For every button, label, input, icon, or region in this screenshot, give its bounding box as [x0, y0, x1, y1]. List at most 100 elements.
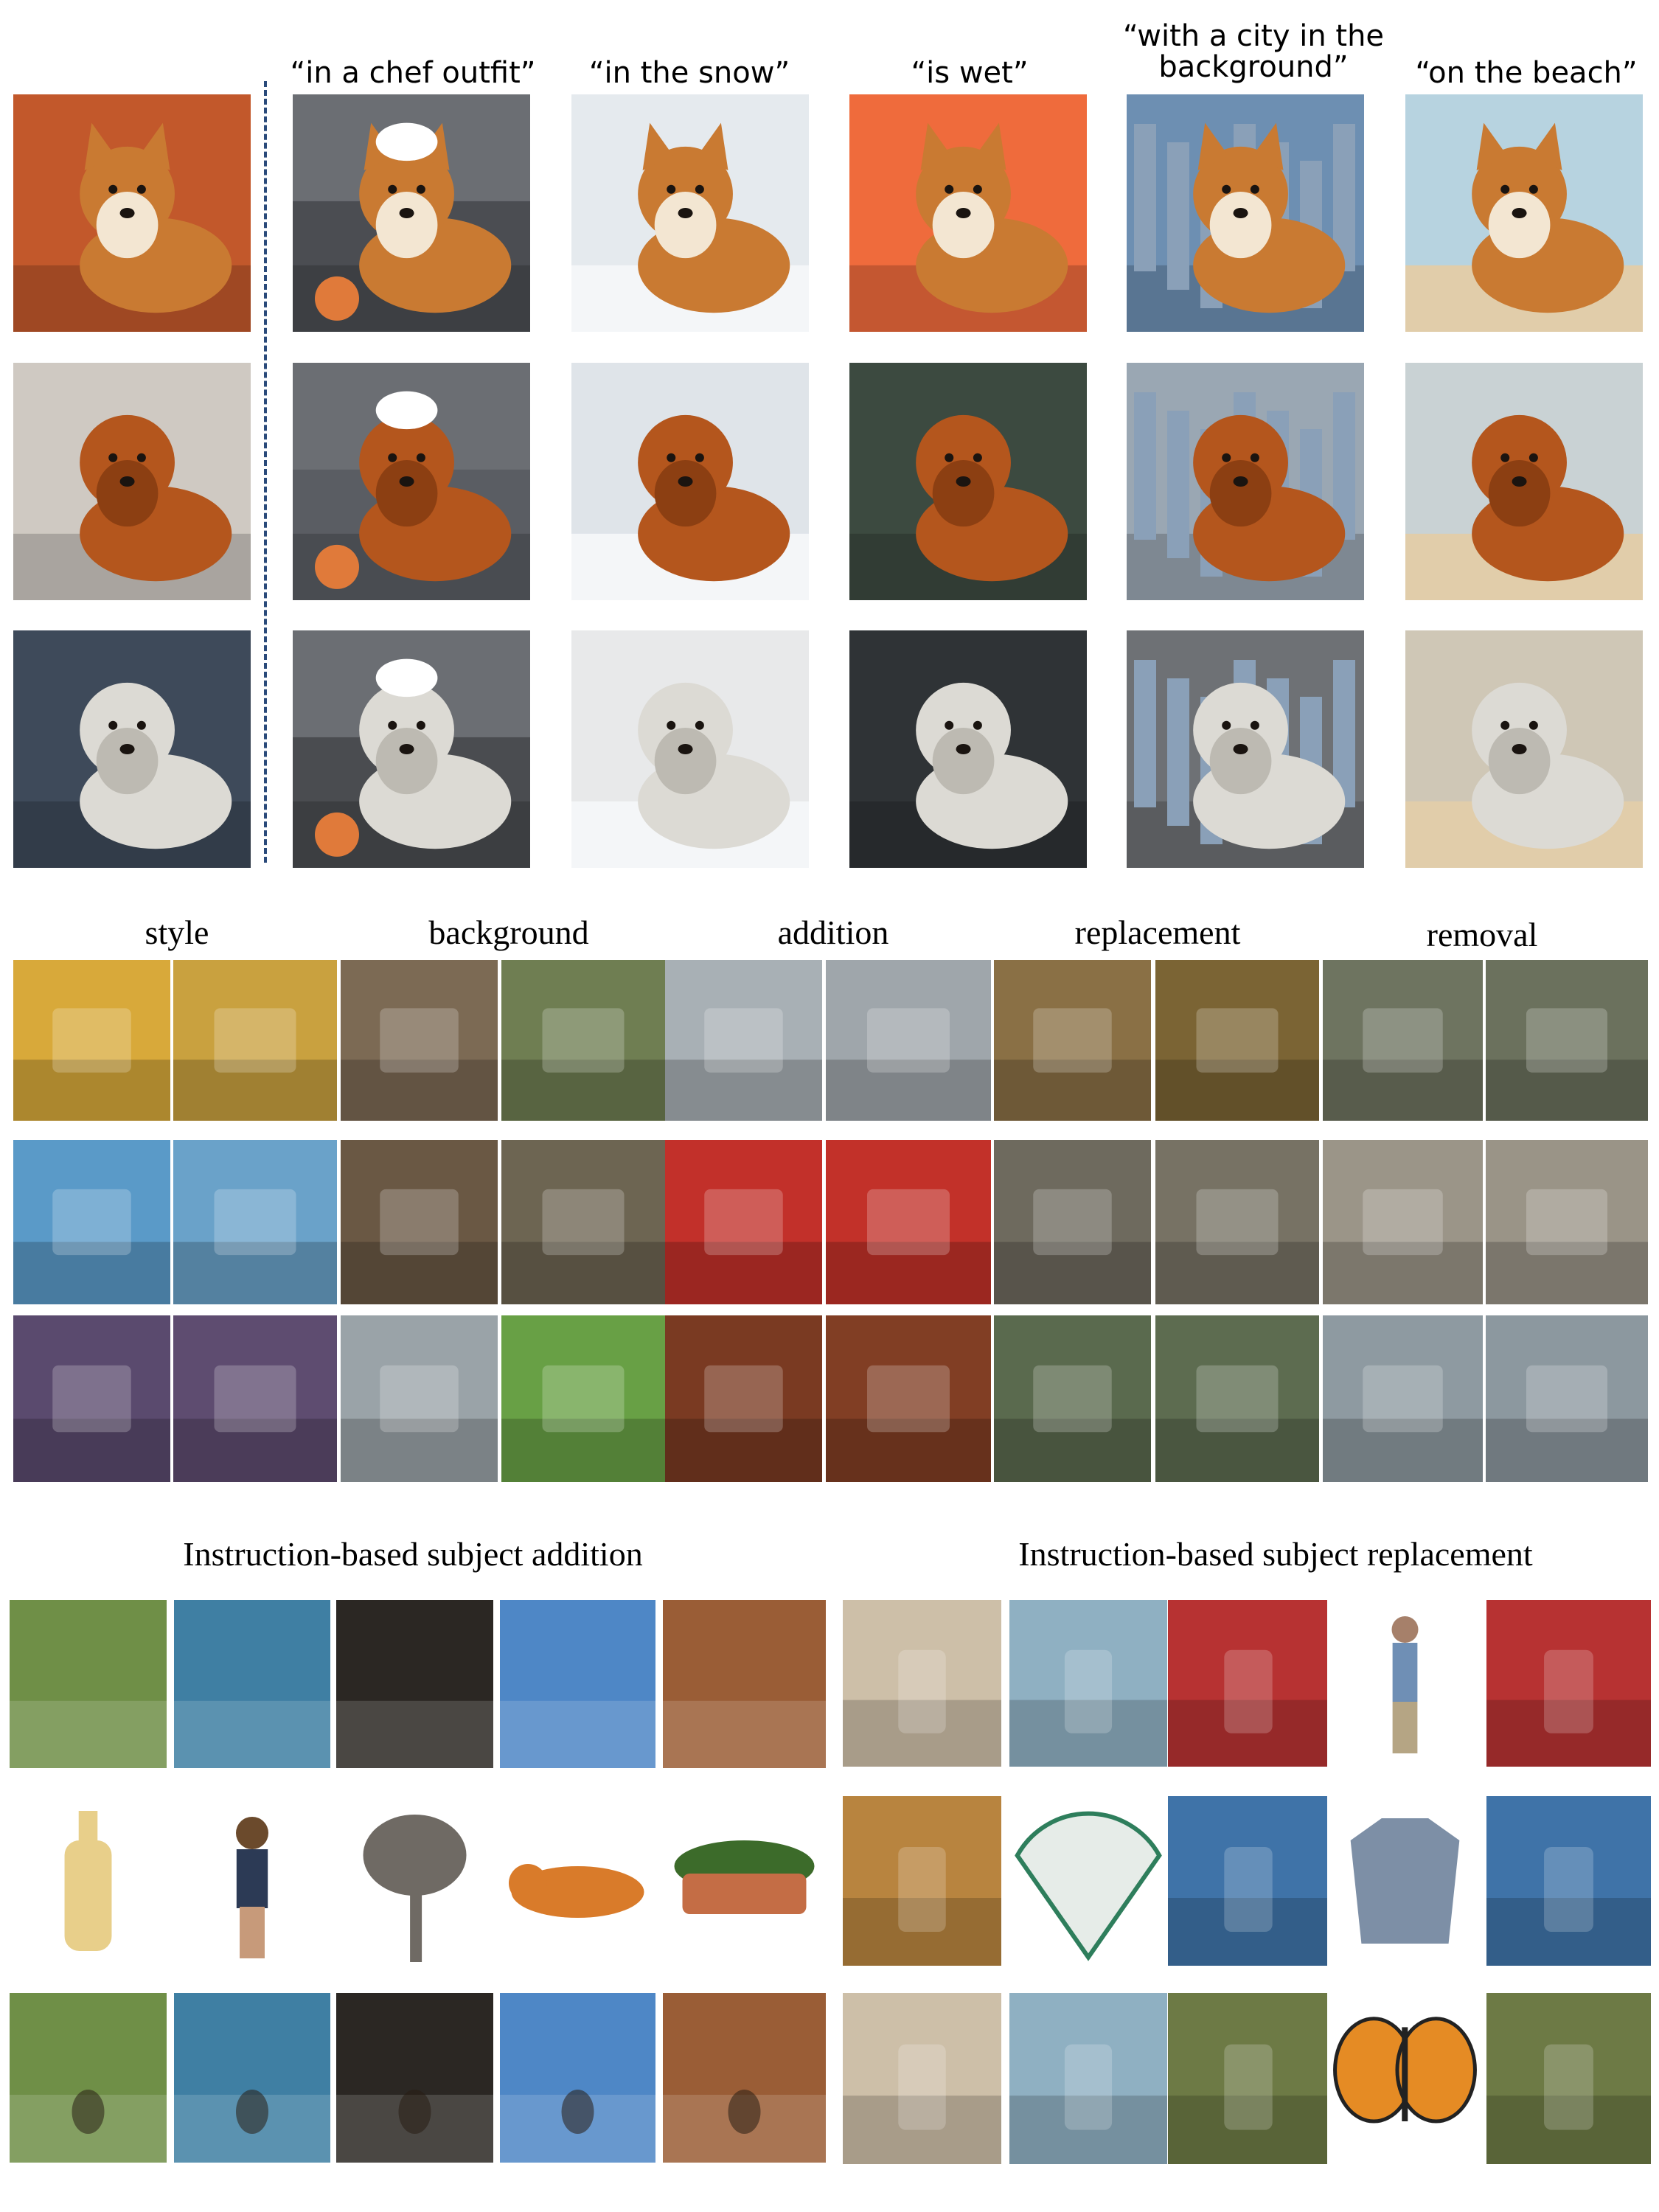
dog-eye-right — [136, 720, 146, 730]
skyline-building — [1167, 411, 1189, 558]
dog-photo-r2-c2 — [571, 630, 809, 868]
edit-photo-r2-c9 — [1486, 1315, 1648, 1482]
elephant-trunk — [410, 1877, 422, 1962]
main-subject — [1033, 1365, 1112, 1433]
replacement-photo-r1-c1 — [1009, 1796, 1167, 1966]
woman-legs — [240, 1907, 265, 1958]
dog-eye-right — [973, 453, 982, 462]
dog-nose — [1512, 476, 1527, 487]
dog-eye-right — [695, 720, 704, 730]
added-subject — [72, 2090, 105, 2134]
edit-photo-r0-c5 — [826, 960, 991, 1121]
replacement-photo-r0-c2 — [1168, 1600, 1329, 1767]
main-subject — [542, 1008, 625, 1073]
main-subject — [380, 1008, 459, 1073]
skyline-building — [1134, 660, 1156, 807]
edit-photo-r2-c6 — [994, 1315, 1151, 1482]
edit-photo-r2-c8 — [1323, 1315, 1483, 1482]
dog-eye-right — [1528, 184, 1538, 194]
dog-eye-left — [1222, 184, 1231, 194]
dog-nose — [119, 476, 135, 487]
dog-muzzle — [654, 460, 717, 527]
header-removal: removal — [1426, 916, 1538, 953]
main-subject — [1526, 1365, 1607, 1433]
food-bowl — [315, 276, 359, 321]
scene-subject — [898, 2044, 946, 2130]
main-subject — [1526, 1008, 1607, 1073]
skyline-building — [1134, 124, 1156, 271]
replacement-photo-r2-c2 — [1168, 1993, 1329, 2164]
dog-photo-r0-c0 — [13, 94, 251, 332]
added-subject — [561, 2090, 594, 2134]
replacement-photo-r0-c4 — [1486, 1600, 1651, 1767]
dog-eye-left — [667, 184, 676, 194]
edit-photo-r1-c6 — [994, 1140, 1151, 1304]
dog-eye-left — [1222, 453, 1231, 462]
dog-photo-r0-c3 — [849, 94, 1087, 332]
dog-eye-right — [973, 720, 982, 730]
dog-eye-left — [1222, 720, 1231, 730]
edit-photo-r2-c3 — [501, 1315, 665, 1482]
dog-eye-right — [136, 184, 146, 194]
edit-photo-r0-c3 — [501, 960, 665, 1121]
main-subject — [52, 1189, 131, 1256]
edit-photo-r0-c8 — [1323, 960, 1483, 1121]
edit-photo-r1-c9 — [1486, 1140, 1648, 1304]
edit-photo-r1-c5 — [826, 1140, 991, 1304]
dog-eye-left — [388, 184, 397, 194]
person-shirt — [1392, 1643, 1418, 1702]
dog-photo-r1-c5 — [1405, 363, 1643, 600]
edit-photo-r1-c3 — [501, 1140, 665, 1304]
dog-eye-left — [945, 720, 954, 730]
dog-eye-right — [416, 720, 425, 730]
added-subject — [236, 2090, 268, 2134]
addition-scene-r1-c0 — [10, 1993, 167, 2163]
edit-photo-r2-c0 — [13, 1315, 170, 1482]
dog-nose — [119, 208, 135, 218]
dog-muzzle — [1209, 192, 1272, 259]
edit-photo-r0-c0 — [13, 960, 170, 1121]
caption-city: “with a city in the background” — [1122, 19, 1385, 84]
dog-muzzle — [932, 728, 995, 795]
dog-photo-r2-c3 — [849, 630, 1087, 868]
edit-photo-r2-c1 — [173, 1315, 337, 1482]
dog-eye-left — [1500, 720, 1510, 730]
title-subject-replacement: Instruction-based subject replacement — [1018, 1535, 1533, 1573]
replacement-photo-r2-c0 — [843, 1993, 1001, 2164]
dog-eye-left — [1500, 453, 1510, 462]
dog-muzzle — [1488, 728, 1551, 795]
scene-subject — [1224, 1649, 1273, 1733]
fan-shape — [1015, 1811, 1162, 1961]
dog-photo-r1-c0 — [13, 363, 251, 600]
dog-nose — [956, 476, 971, 487]
main-subject — [1033, 1189, 1112, 1256]
dog-nose — [399, 208, 414, 218]
main-subject — [1196, 1008, 1279, 1073]
scene-foreground — [500, 1700, 655, 1768]
addition-object-bottle — [10, 1796, 167, 1966]
dog-nose — [956, 208, 971, 218]
dog-eye-right — [1250, 720, 1259, 730]
caption-wet: “is wet” — [911, 56, 1029, 90]
dog-eye-right — [136, 453, 146, 462]
dog-eye-left — [108, 720, 118, 730]
dog-eye-left — [108, 184, 118, 194]
edit-photo-r2-c5 — [826, 1315, 991, 1482]
caption-chef: “in a chef outfit” — [290, 56, 536, 90]
replacement-photo-r2-c4 — [1486, 1993, 1651, 2164]
edit-photo-r0-c6 — [994, 960, 1151, 1121]
main-subject — [1196, 1189, 1279, 1256]
scene-subject — [898, 1649, 946, 1733]
edit-photo-r1-c7 — [1155, 1140, 1319, 1304]
butterfly-body — [1402, 2027, 1408, 2121]
scene-subject — [1224, 2044, 1273, 2130]
butterfly-wing-right — [1395, 2017, 1477, 2124]
replacement-photo-r2-c3 — [1327, 1993, 1483, 2164]
dog-eye-left — [108, 453, 118, 462]
dog-muzzle — [96, 728, 159, 795]
dog-eye-right — [695, 184, 704, 194]
replacement-photo-r1-c2 — [1168, 1796, 1329, 1966]
flower-pot — [682, 1874, 807, 1914]
edit-photo-r0-c7 — [1155, 960, 1319, 1121]
dog-nose — [678, 476, 693, 487]
